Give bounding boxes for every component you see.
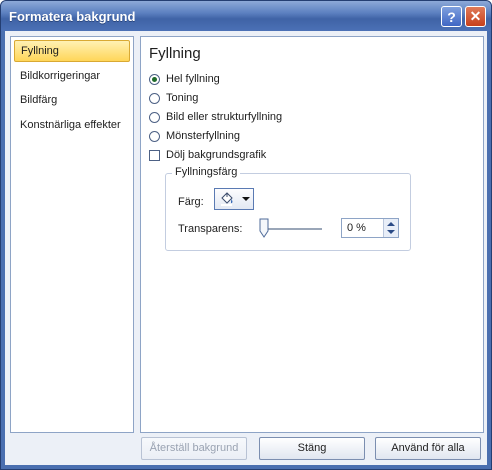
radio-icon[interactable] [149,111,160,123]
transparency-slider-thumb[interactable] [259,218,269,238]
section-title: Fyllning [149,45,201,62]
chevron-down-icon [242,197,250,201]
option-label: Bild eller strukturfyllning [166,111,283,123]
help-button[interactable]: ? [441,6,462,27]
group-title: Fyllningsfärg [172,166,241,178]
close-button[interactable]: Stäng [259,437,365,460]
apply-to-all-button[interactable]: Använd för alla [375,437,481,460]
transparency-label: Transparens: [178,223,243,235]
nav-item-konstnarliga-effekter[interactable]: Konstnärliga effekter [14,114,130,136]
option-label: Hel fyllning [166,73,220,85]
dialog-body: Fyllning Bildkorrigeringar Bildfärg Kons… [5,31,487,465]
fill-settings-panel: Fyllning Hel fyllning Toning Bild eller … [140,36,484,433]
transparency-input[interactable]: 0 % [341,218,399,238]
option-label: Toning [166,92,199,104]
option-label: Mönsterfyllning [166,130,240,142]
transparency-spinner[interactable] [383,219,398,237]
hide-background-graphics-option[interactable]: Dölj bakgrundsgrafik [149,147,266,163]
fill-color-group: Fyllningsfärg Färg: Transparens: 0 % [165,166,411,251]
transparency-slider-track[interactable] [262,228,322,230]
option-bild-eller-strukturfyllning[interactable]: Bild eller strukturfyllning [149,109,282,125]
checkbox-label: Dölj bakgrundsgrafik [166,149,267,161]
radio-selected-icon[interactable] [149,73,160,85]
color-label: Färg: [178,196,204,208]
category-list: Fyllning Bildkorrigeringar Bildfärg Kons… [10,36,134,433]
option-toning[interactable]: Toning [149,90,198,106]
fill-color-picker-button[interactable] [214,188,254,210]
spin-down-icon[interactable] [387,230,395,234]
option-hel-fyllning[interactable]: Hel fyllning [149,71,220,87]
title-bar[interactable]: Formatera bakgrund ? ✕ [1,1,491,31]
close-window-button[interactable]: ✕ [465,6,486,27]
option-monsterfyllning[interactable]: Mönsterfyllning [149,128,240,144]
radio-icon[interactable] [149,92,160,104]
paint-bucket-icon [221,192,233,206]
dialog-title: Formatera bakgrund [9,9,136,24]
transparency-value: 0 % [347,222,366,234]
radio-icon[interactable] [149,130,160,142]
nav-item-bildfarg[interactable]: Bildfärg [14,89,130,111]
nav-item-fyllning[interactable]: Fyllning [14,40,130,62]
dialog-window: Formatera bakgrund ? ✕ Fyllning Bildkorr… [0,0,492,470]
checkbox-icon[interactable] [149,149,160,161]
spin-up-icon[interactable] [387,222,395,226]
reset-background-button[interactable]: Återställ bakgrund [141,437,247,460]
nav-item-bildkorrigeringar[interactable]: Bildkorrigeringar [14,65,130,87]
